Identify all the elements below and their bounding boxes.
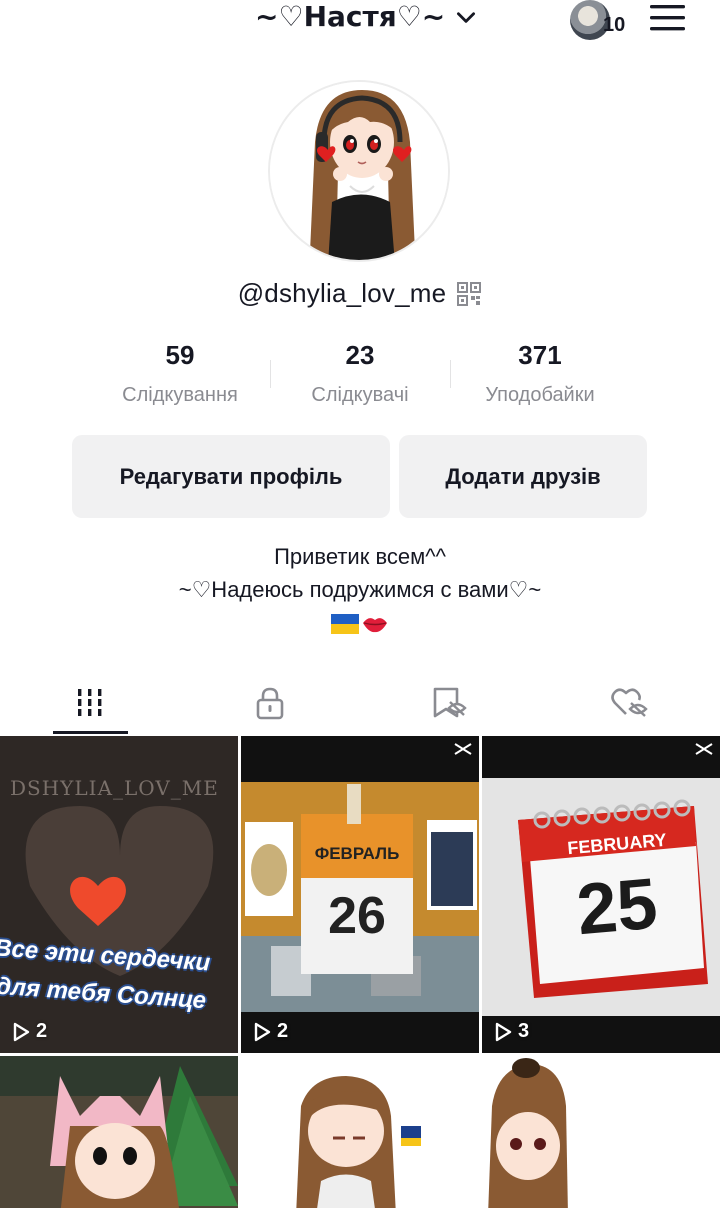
stat-likes-value: 371 [518,340,562,370]
view-count-value: 2 [277,1020,289,1042]
avatar-illustration [270,82,448,260]
tab-liked[interactable] [540,670,720,736]
profile-stats: 59 Слідкування 23 Слідкувачі 371 Уподоба… [90,338,630,418]
edit-profile-button[interactable]: Редагувати профіль [72,435,390,518]
view-count-value: 3 [518,1020,530,1042]
stat-followers-label: Слідкувачі [311,384,409,406]
profile-avatar[interactable] [268,80,450,262]
heart-hidden-icon [611,688,648,717]
stat-following[interactable]: 59 Слідкування [90,338,270,407]
notifications-button[interactable]: 10 [570,0,630,40]
video-thumbnail[interactable]: FEBRUARY 25 3 [482,736,720,1053]
view-count: 2 [12,1020,47,1043]
username: @dshylia_lov_me [237,278,447,308]
play-icon [13,1022,30,1041]
view-count: 2 [253,1020,288,1043]
video-5-preview [241,1056,479,1208]
view-count-value: 2 [36,1020,48,1042]
stat-followers[interactable]: 23 Слідкувачі [270,338,450,407]
bookmark-hidden-icon [433,687,467,718]
profile-bio: Приветик всем^^ ~♡Надеюсь подружимся с в… [0,540,720,639]
video-thumbnail[interactable] [241,1056,479,1208]
chevron-down-icon[interactable] [453,4,479,30]
video-thumbnail[interactable]: ФЕВРАЛЬ 26 2 [241,736,479,1053]
ukraine-flag-icon [331,614,359,635]
active-tab-indicator [53,731,128,734]
calendar-month: ФЕВРАЛЬ [314,844,400,863]
notification-count: 10 [603,14,626,36]
capcut-icon [454,743,472,755]
tab-favorites[interactable] [360,670,540,736]
lock-icon [256,687,284,720]
menu-icon[interactable] [648,2,688,34]
play-icon [495,1022,512,1041]
calendar-day: 25 [573,863,661,951]
stat-likes-label: Уподобайки [485,384,595,406]
stat-following-value: 59 [165,340,195,370]
bio-emoji-line [0,606,720,639]
view-count: 3 [494,1020,529,1043]
account-switcher[interactable]: ~♡Настя♡~ [255,0,479,34]
stat-followers-value: 23 [345,340,375,370]
grid-icon [78,689,102,716]
username-row: @dshylia_lov_me [0,278,720,309]
video-thumbnail[interactable] [482,1056,720,1208]
capcut-icon [695,743,713,755]
profile-tabs [0,670,720,736]
top-bar: ~♡Настя♡~ 10 [0,0,720,40]
kiss-lips-icon [363,618,387,633]
video-4-preview [0,1056,238,1208]
video-watermark: DSHYLIA_LOV_ME [10,776,219,800]
add-friends-button[interactable]: Додати друзів [399,435,647,518]
qr-code-icon[interactable] [456,281,482,307]
tab-private[interactable] [180,670,360,736]
profile-display-name[interactable]: ~♡Настя♡~ [255,0,445,34]
bio-line-1: Приветик всем^^ [274,544,446,569]
video-thumbnail[interactable]: DSHYLIA_LOV_ME Все эти сердечки для тебя… [0,736,238,1053]
stat-likes[interactable]: 371 Уподобайки [450,338,630,407]
play-icon [254,1022,271,1041]
video-6-preview [482,1056,720,1208]
bio-line-2: ~♡Надеюсь подружимся с вами♡~ [178,577,542,602]
tab-videos[interactable] [0,670,180,736]
calendar-day: 26 [328,887,386,945]
video-thumbnail[interactable] [0,1056,238,1208]
stat-following-label: Слідкування [122,384,238,406]
